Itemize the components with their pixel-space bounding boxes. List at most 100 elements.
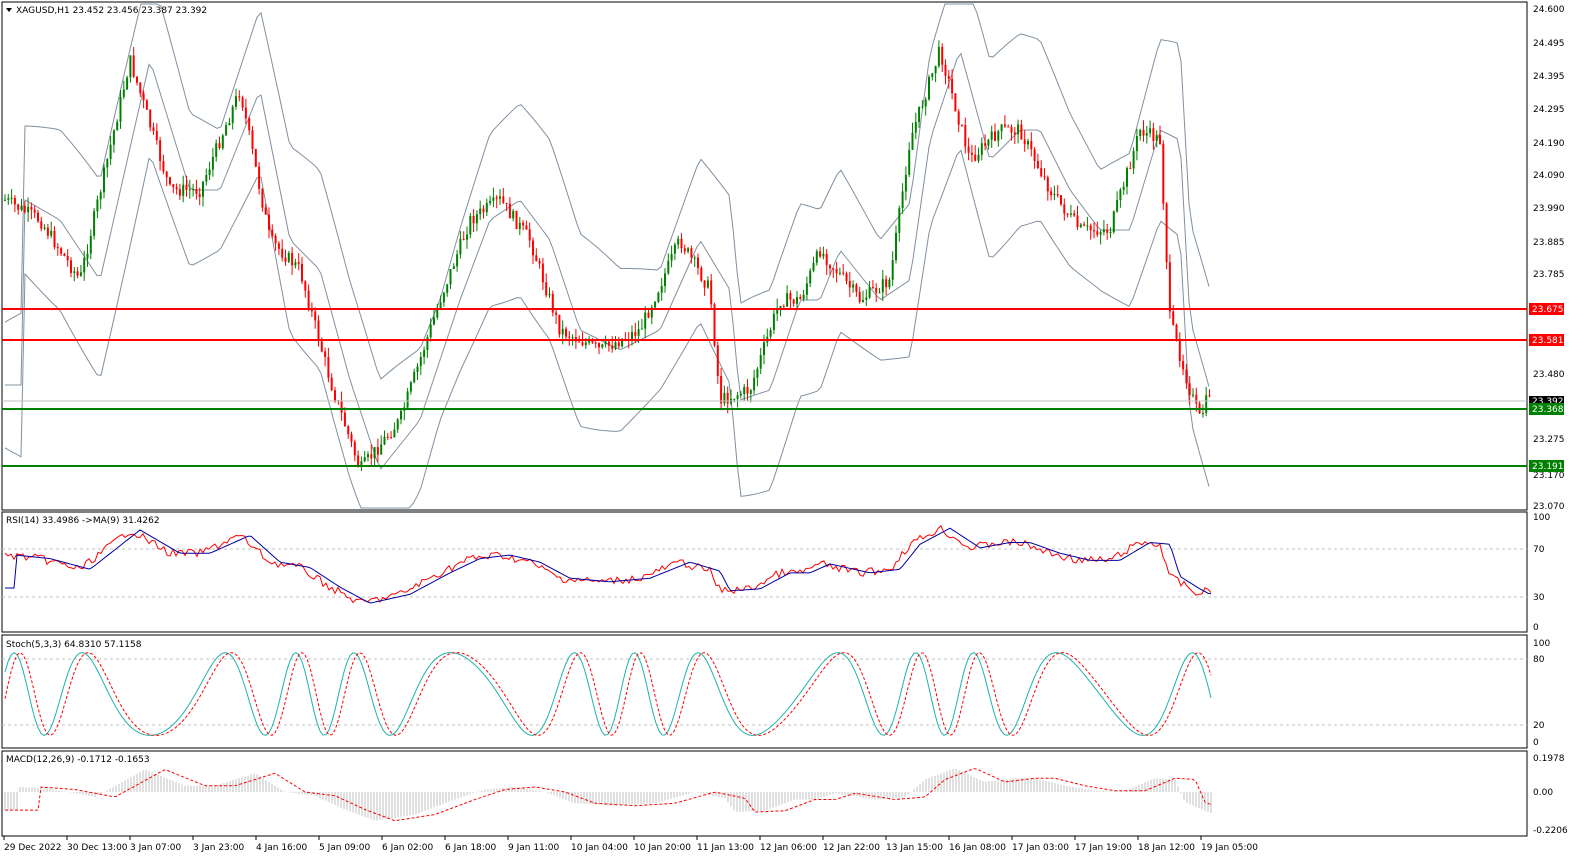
candle <box>871 280 874 290</box>
candle <box>93 208 96 240</box>
candle <box>482 205 485 219</box>
candle <box>1182 354 1185 376</box>
candle <box>1192 388 1194 398</box>
time-label: 11 Jan 13:00 <box>697 843 754 853</box>
candle <box>1152 122 1155 150</box>
candle <box>1086 217 1089 231</box>
time-label: 12 Jan 22:00 <box>823 843 880 853</box>
candle <box>50 221 53 239</box>
candle <box>195 179 198 200</box>
bollinger-lower <box>4 149 1210 509</box>
macd-tick: -0.2206 <box>1533 826 1568 836</box>
candle <box>1109 227 1112 238</box>
candle <box>875 283 878 303</box>
main-pane[interactable] <box>1 1 1528 511</box>
candle <box>347 424 350 439</box>
candle <box>13 195 16 213</box>
candle <box>749 388 752 403</box>
candle <box>99 189 102 210</box>
candle <box>218 136 221 150</box>
candle <box>1126 166 1128 195</box>
candle <box>723 385 726 407</box>
candle <box>532 237 534 265</box>
time-label: 17 Jan 19:00 <box>1075 843 1132 853</box>
price-tick: 23.170 <box>1533 471 1565 481</box>
price-tick: 24.190 <box>1533 139 1565 149</box>
candle <box>924 97 927 116</box>
candle <box>17 203 20 215</box>
rsi-line <box>4 524 1212 604</box>
candle <box>772 308 775 335</box>
candle <box>815 249 818 266</box>
candle <box>185 175 188 197</box>
candle <box>716 341 719 384</box>
candle <box>413 368 416 384</box>
candle <box>1083 221 1086 227</box>
candle <box>1201 404 1204 418</box>
candle <box>277 241 280 256</box>
rsi-lines <box>4 524 1212 604</box>
candle <box>855 282 858 297</box>
candle <box>33 205 36 219</box>
candle <box>766 328 769 347</box>
stoch-main-line <box>4 651 1212 736</box>
candle <box>1079 222 1082 229</box>
candle <box>680 233 683 254</box>
candle <box>442 291 445 307</box>
price-tick: 23.990 <box>1533 204 1565 214</box>
candle <box>314 307 317 329</box>
candle <box>934 65 937 83</box>
candle <box>7 193 10 205</box>
candle <box>1149 120 1152 138</box>
candle <box>1060 195 1062 207</box>
time-label: 6 Jan 18:00 <box>445 843 497 853</box>
candle <box>1046 175 1049 201</box>
candle <box>449 268 452 289</box>
candle <box>845 271 848 285</box>
candle <box>343 407 346 427</box>
candle <box>357 450 360 468</box>
candle <box>1119 187 1122 208</box>
candle <box>670 245 673 268</box>
candle <box>492 187 495 208</box>
candle <box>268 207 270 239</box>
candle <box>832 267 835 278</box>
candle <box>858 286 861 304</box>
candle <box>994 123 996 142</box>
candle <box>868 280 871 299</box>
candle <box>987 138 990 150</box>
candle <box>373 447 376 467</box>
candle <box>1066 212 1069 218</box>
candle <box>997 129 1000 147</box>
candle <box>1102 220 1105 236</box>
candle <box>139 82 142 97</box>
candle <box>248 116 251 136</box>
candle <box>888 277 891 290</box>
candle <box>10 189 13 205</box>
candle <box>287 250 290 264</box>
bollinger-bands <box>4 3 1210 509</box>
candle <box>66 249 69 267</box>
candle <box>835 261 838 283</box>
candle <box>687 247 690 254</box>
level-label: 23.191 <box>1532 462 1564 472</box>
candle <box>241 95 244 112</box>
rsi-pane[interactable] <box>1 511 1528 633</box>
candle <box>485 198 488 217</box>
candle <box>1139 128 1142 141</box>
bollinger-middle <box>5 52 1210 470</box>
candle <box>456 249 459 272</box>
candle <box>611 336 614 353</box>
candle <box>172 183 175 194</box>
candle <box>574 328 577 349</box>
candle <box>1017 119 1020 144</box>
trading-chart[interactable]: XAGUSD,H1 23.452 23.456 23.387 23.392 RS… <box>0 0 1587 868</box>
candle <box>89 229 92 260</box>
candle <box>4 194 6 202</box>
candle <box>70 257 72 278</box>
candle <box>885 275 888 295</box>
macd-title: MACD(12,26,9) -0.1712 -0.1653 <box>6 755 150 765</box>
triangle-down-icon[interactable] <box>6 8 12 12</box>
price-tick: 24.600 <box>1533 5 1565 15</box>
rsi-tick: 70 <box>1533 545 1545 555</box>
